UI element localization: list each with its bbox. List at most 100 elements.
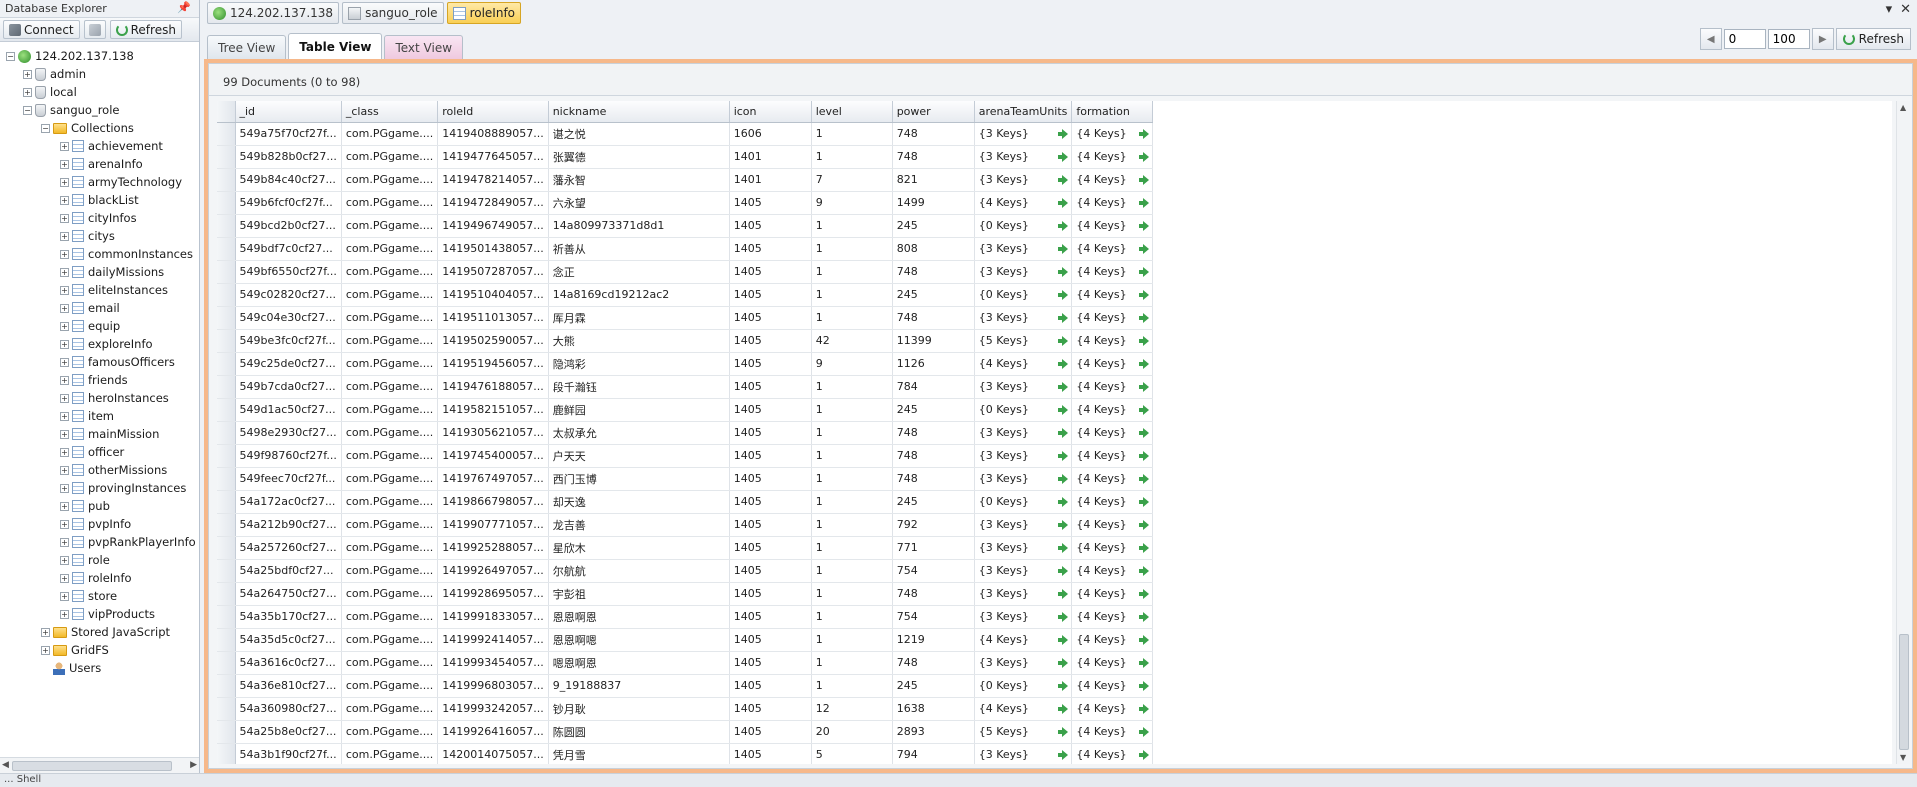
navigate-arrow-icon[interactable] bbox=[1139, 726, 1150, 737]
table-cell-arenateamunits[interactable]: {0 Keys} bbox=[974, 490, 1073, 514]
navigate-arrow-icon[interactable] bbox=[1139, 266, 1150, 277]
table-cell-class[interactable]: com.PGgame.... bbox=[341, 421, 439, 445]
table-cell-nickname[interactable]: 14a809973371d8d1 bbox=[548, 214, 730, 238]
table-cell-power[interactable]: 1638 bbox=[892, 697, 975, 721]
table-cell-roleid[interactable]: 1419476188057... bbox=[437, 375, 549, 399]
table-cell-power[interactable]: 245 bbox=[892, 283, 975, 307]
table-cell-level[interactable]: 1 bbox=[811, 559, 893, 583]
table-cell-level[interactable]: 1 bbox=[811, 674, 893, 698]
table-cell-id[interactable]: 54a360980cf27... bbox=[235, 697, 342, 721]
table-cell-id[interactable]: 54a25bdf0cf27... bbox=[235, 559, 342, 583]
table-cell-class[interactable]: com.PGgame.... bbox=[341, 490, 439, 514]
table-cell-nickname[interactable]: 龙吉善 bbox=[548, 513, 730, 537]
row-header[interactable] bbox=[217, 674, 236, 698]
table-cell-roleid[interactable]: 1419992414057... bbox=[437, 628, 549, 652]
tab-tree-view[interactable]: Tree View bbox=[207, 35, 287, 59]
table-cell-id[interactable]: 5498e2930cf27... bbox=[235, 421, 342, 445]
table-cell-id[interactable]: 54a25b8e0cf27... bbox=[235, 720, 342, 744]
row-header[interactable] bbox=[217, 467, 236, 491]
row-header[interactable] bbox=[217, 398, 236, 422]
navigate-arrow-icon[interactable] bbox=[1058, 243, 1069, 254]
table-cell-roleid[interactable]: 1419477645057... bbox=[437, 145, 549, 169]
table-cell-class[interactable]: com.PGgame.... bbox=[341, 329, 439, 353]
table-cell-icon[interactable]: 1401 bbox=[729, 145, 812, 169]
table-cell-class[interactable]: com.PGgame.... bbox=[341, 260, 439, 284]
table-cell-level[interactable]: 9 bbox=[811, 352, 893, 376]
table-cell-arenateamunits[interactable]: {3 Keys} bbox=[974, 444, 1073, 468]
navigate-arrow-icon[interactable] bbox=[1139, 680, 1150, 691]
table-cell-icon[interactable]: 1606 bbox=[729, 122, 812, 146]
row-header[interactable] bbox=[217, 651, 236, 675]
row-header[interactable] bbox=[217, 191, 236, 215]
expand-toggle-icon[interactable]: + bbox=[60, 591, 69, 601]
tab-list-dropdown-icon[interactable]: ▾ bbox=[1886, 2, 1893, 17]
expand-toggle-icon[interactable]: + bbox=[60, 609, 69, 619]
tree-collections-folder[interactable]: − Collections bbox=[0, 119, 199, 137]
table-cell-icon[interactable]: 1405 bbox=[729, 536, 812, 560]
table-cell-icon[interactable]: 1405 bbox=[729, 467, 812, 491]
table-cell-icon[interactable]: 1405 bbox=[729, 720, 812, 744]
table-cell-arenateamunits[interactable]: {4 Keys} bbox=[974, 352, 1073, 376]
table-cell-nickname[interactable]: 谌之悦 bbox=[548, 122, 730, 146]
table-cell-class[interactable]: com.PGgame.... bbox=[341, 191, 439, 215]
table-cell-arenateamunits[interactable]: {3 Keys} bbox=[974, 651, 1073, 675]
navigate-arrow-icon[interactable] bbox=[1058, 427, 1069, 438]
tab-table-view[interactable]: Table View bbox=[288, 33, 383, 59]
table-cell-formation[interactable]: {4 Keys} bbox=[1071, 674, 1154, 698]
table-cell-formation[interactable]: {4 Keys} bbox=[1071, 513, 1154, 537]
table-cell-level[interactable]: 1 bbox=[811, 582, 893, 606]
table-cell-level[interactable]: 1 bbox=[811, 306, 893, 330]
navigate-arrow-icon[interactable] bbox=[1058, 381, 1069, 392]
table-cell-level[interactable]: 1 bbox=[811, 122, 893, 146]
table-cell-power[interactable]: 748 bbox=[892, 260, 975, 284]
tree-collection-item[interactable]: + email bbox=[0, 299, 199, 317]
table-cell-power[interactable]: 784 bbox=[892, 375, 975, 399]
navigate-arrow-icon[interactable] bbox=[1058, 726, 1069, 737]
table-cell-arenateamunits[interactable]: {3 Keys} bbox=[974, 421, 1073, 445]
table-cell-roleid[interactable]: 1419926497057... bbox=[437, 559, 549, 583]
table-cell-roleid[interactable]: 1420014075057... bbox=[437, 743, 549, 764]
tree-collection-item[interactable]: + officer bbox=[0, 443, 199, 461]
disconnect-button[interactable] bbox=[83, 20, 106, 39]
table-cell-level[interactable]: 1 bbox=[811, 283, 893, 307]
row-header[interactable] bbox=[217, 444, 236, 468]
table-cell-id[interactable]: 54a35d5c0cf27... bbox=[235, 628, 342, 652]
refresh-button[interactable]: Refresh bbox=[1835, 28, 1911, 50]
table-cell-power[interactable]: 1126 bbox=[892, 352, 975, 376]
grid-vertical-scrollbar[interactable]: ▲ ▼ bbox=[1896, 101, 1910, 764]
tree-collection-item[interactable]: + provingInstances bbox=[0, 479, 199, 497]
table-row[interactable]: 549bcd2b0cf27... com.PGgame.... 1419496749… bbox=[217, 214, 1154, 238]
table-cell-roleid[interactable]: 1419928695057... bbox=[437, 582, 549, 606]
navigate-arrow-icon[interactable] bbox=[1139, 128, 1150, 139]
table-cell-class[interactable]: com.PGgame.... bbox=[341, 743, 439, 764]
table-row[interactable]: 549bf6550cf27f... com.PGgame.... 141950728… bbox=[217, 260, 1154, 284]
collapse-toggle-icon[interactable]: − bbox=[23, 105, 32, 115]
table-cell-id[interactable]: 54a212b90cf27... bbox=[235, 513, 342, 537]
table-cell-roleid[interactable]: 1419745400057... bbox=[437, 444, 549, 468]
navigate-arrow-icon[interactable] bbox=[1139, 220, 1150, 231]
table-cell-icon[interactable]: 1405 bbox=[729, 559, 812, 583]
table-cell-formation[interactable]: {4 Keys} bbox=[1071, 168, 1154, 192]
table-cell-power[interactable]: 754 bbox=[892, 605, 975, 629]
table-cell-icon[interactable]: 1405 bbox=[729, 306, 812, 330]
pin-icon[interactable]: 📌 bbox=[177, 1, 191, 14]
table-row[interactable]: 549be3fc0cf27f... com.PGgame.... 141950259… bbox=[217, 329, 1154, 353]
expand-toggle-icon[interactable]: + bbox=[60, 231, 69, 241]
table-row[interactable]: 549c02820cf27... com.PGgame.... 1419510404… bbox=[217, 283, 1154, 307]
table-row[interactable]: 5498e2930cf27... com.PGgame.... 1419305621… bbox=[217, 421, 1154, 445]
tree-collection-item[interactable]: + mainMission bbox=[0, 425, 199, 443]
table-cell-roleid[interactable]: 1419472849057... bbox=[437, 191, 549, 215]
table-cell-nickname[interactable]: 大熊 bbox=[548, 329, 730, 353]
table-row[interactable]: 549a75f70cf27f... com.PGgame.... 141940888… bbox=[217, 122, 1154, 146]
table-cell-formation[interactable]: {4 Keys} bbox=[1071, 536, 1154, 560]
table-cell-roleid[interactable]: 1419866798057... bbox=[437, 490, 549, 514]
table-cell-formation[interactable]: {4 Keys} bbox=[1071, 559, 1154, 583]
table-cell-icon[interactable]: 1405 bbox=[729, 283, 812, 307]
expand-toggle-icon[interactable]: + bbox=[60, 159, 69, 169]
expand-toggle-icon[interactable]: + bbox=[41, 627, 50, 637]
table-cell-nickname[interactable]: 隐鸿彩 bbox=[548, 352, 730, 376]
table-cell-roleid[interactable]: 1419305621057... bbox=[437, 421, 549, 445]
table-cell-arenateamunits[interactable]: {3 Keys} bbox=[974, 260, 1073, 284]
table-cell-formation[interactable]: {4 Keys} bbox=[1071, 605, 1154, 629]
table-cell-nickname[interactable]: 鹿鲜园 bbox=[548, 398, 730, 422]
